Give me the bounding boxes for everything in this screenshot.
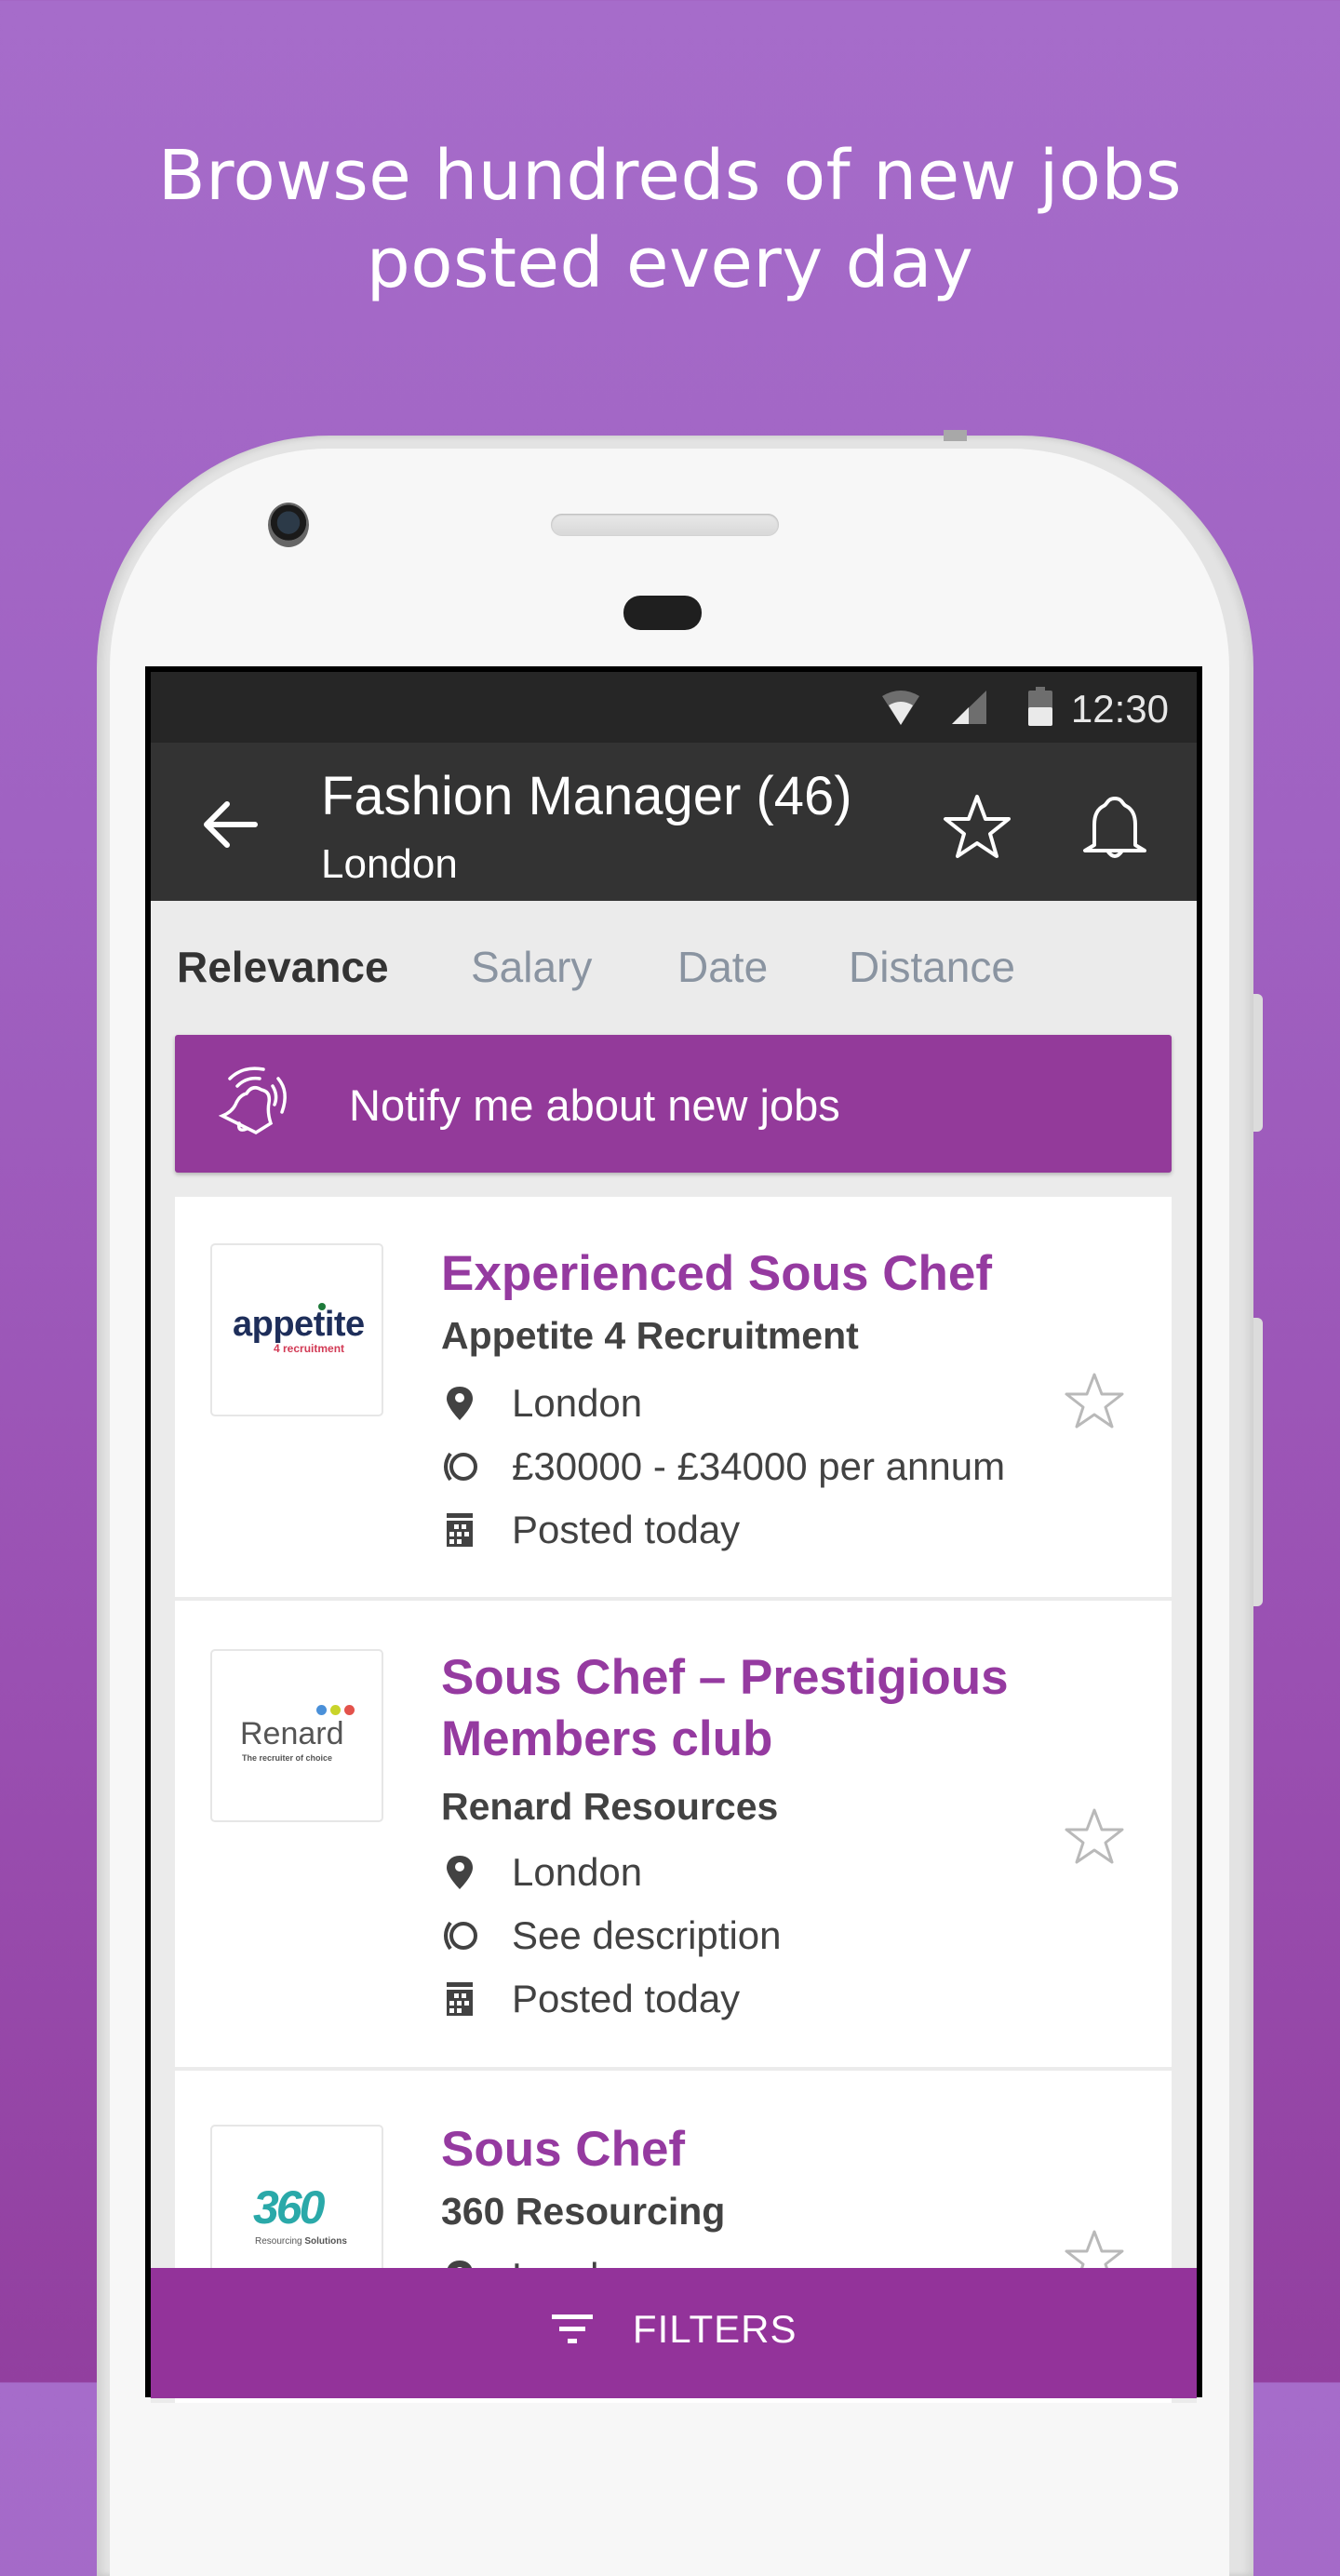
promo-headline: Browse hundreds of new jobs posted every…	[0, 132, 1340, 307]
logo-tagline: The recruiter of choice	[242, 1753, 333, 1763]
job-location: London	[441, 1379, 1092, 1426]
job-location: London	[441, 1848, 1092, 1895]
search-location: London	[321, 841, 458, 887]
proximity-sensor	[623, 596, 702, 630]
app-screen: 12:30 Fashion Manager (46) London Releva…	[151, 672, 1197, 2403]
location-pin-icon	[447, 1387, 473, 1420]
save-job-star-icon[interactable]	[1064, 1807, 1125, 1865]
headline-line-1: Browse hundreds of new jobs	[157, 136, 1183, 216]
save-job-star-icon[interactable]	[1064, 1372, 1125, 1429]
job-posted-date: Posted today	[441, 1975, 1092, 2021]
battery-icon	[1028, 687, 1052, 726]
sort-tab-salary[interactable]: Salary	[471, 942, 592, 992]
sort-tab-relevance[interactable]: Relevance	[177, 942, 389, 992]
phone-volume-button	[1253, 994, 1263, 1132]
job-alert-bell-icon[interactable]	[1079, 793, 1150, 860]
logo-dot	[318, 1303, 326, 1310]
phone-power-button	[1253, 1318, 1263, 1606]
company-logo-renard: Renard The recruiter of choice	[210, 1649, 383, 1822]
job-title[interactable]: Sous Chef – Prestigious Members club	[441, 1647, 1037, 1770]
job-posted-date: Posted today	[441, 1506, 1092, 1552]
job-salary: £30000 - £34000 per annum	[441, 1442, 1092, 1489]
sort-tab-date[interactable]: Date	[677, 942, 768, 992]
job-title[interactable]: Experienced Sous Chef	[441, 1243, 1037, 1305]
phone-top-button	[944, 430, 967, 441]
filters-content: FILTERS	[151, 2307, 1197, 2352]
status-bar: 12:30	[151, 672, 1197, 743]
salary-coins-icon	[444, 1452, 477, 1482]
sort-tab-distance[interactable]: Distance	[849, 942, 1015, 992]
logo-dot-red	[344, 1705, 355, 1715]
phone-screen: 12:30 Fashion Manager (46) London Releva…	[145, 666, 1202, 2403]
job-card[interactable]: appetite 4 recruitment Experienced Sous …	[175, 1197, 1172, 1597]
company-name: Renard Resources	[441, 1785, 779, 1828]
notify-label: Notify me about new jobs	[349, 1080, 840, 1130]
filters-label: FILTERS	[632, 2307, 797, 2351]
company-name: 360 Resourcing	[441, 2190, 726, 2233]
salary-coins-icon	[444, 1921, 477, 1951]
filter-icon	[552, 2314, 594, 2343]
logo-wordmark: 360	[253, 2181, 325, 2234]
calendar-icon	[447, 1982, 473, 2016]
company-name: Appetite 4 Recruitment	[441, 1314, 859, 1357]
app-bar: Fashion Manager (46) London	[151, 743, 1197, 901]
logo-dot-blue	[316, 1705, 327, 1715]
save-search-star-icon[interactable]	[942, 793, 1012, 860]
front-camera	[268, 503, 309, 547]
logo-tagline: 4 recruitment	[274, 1342, 345, 1355]
search-title: Fashion Manager (46)	[321, 766, 852, 826]
company-logo-appetite: appetite 4 recruitment	[210, 1243, 383, 1416]
ringing-bell-icon	[219, 1067, 287, 1135]
cell-signal-icon	[952, 691, 986, 724]
job-card[interactable]: Renard The recruiter of choice Sous Chef…	[175, 1601, 1172, 2067]
back-arrow-icon[interactable]	[197, 797, 262, 852]
logo-wordmark: appetite	[233, 1305, 365, 1344]
calendar-icon	[447, 1513, 473, 1547]
headline-line-2: posted every day	[366, 223, 974, 303]
notify-new-jobs-button[interactable]: Notify me about new jobs	[175, 1035, 1172, 1173]
sort-tabs: Relevance Salary Date Distance	[151, 901, 1197, 1031]
wifi-icon	[882, 691, 919, 725]
job-title[interactable]: Sous Chef	[441, 2119, 1037, 2180]
logo-tagline: Resourcing Solutions	[255, 2236, 347, 2247]
location-pin-icon	[447, 1856, 473, 1889]
filters-button[interactable]: FILTERS	[151, 2268, 1197, 2398]
logo-dot-green	[330, 1705, 341, 1715]
logo-wordmark: Renard	[240, 1716, 344, 1751]
earpiece-speaker	[551, 514, 779, 536]
job-salary: See description	[441, 1912, 1092, 1958]
status-time: 12:30	[1070, 687, 1169, 731]
